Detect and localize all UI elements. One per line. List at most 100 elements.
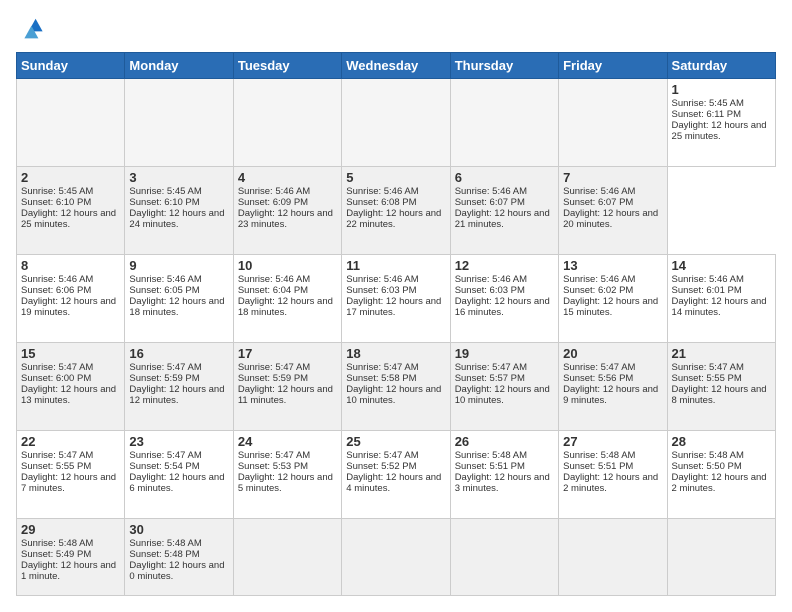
day-number: 13	[563, 258, 662, 273]
daylight-text: Daylight: 12 hours and 24 minutes.	[129, 208, 228, 230]
sunrise-text: Sunrise: 5:47 AM	[346, 450, 445, 461]
sunset-text: Sunset: 6:10 PM	[129, 197, 228, 208]
table-cell: 19Sunrise: 5:47 AMSunset: 5:57 PMDayligh…	[450, 343, 558, 431]
sunrise-text: Sunrise: 5:48 AM	[129, 538, 228, 549]
table-cell: 24Sunrise: 5:47 AMSunset: 5:53 PMDayligh…	[233, 431, 341, 519]
table-cell: 28Sunrise: 5:48 AMSunset: 5:50 PMDayligh…	[667, 431, 775, 519]
table-cell: 11Sunrise: 5:46 AMSunset: 6:03 PMDayligh…	[342, 255, 450, 343]
sunset-text: Sunset: 5:48 PM	[129, 549, 228, 560]
day-number: 17	[238, 346, 337, 361]
day-number: 25	[346, 434, 445, 449]
sunrise-text: Sunrise: 5:48 AM	[672, 450, 771, 461]
sunset-text: Sunset: 5:50 PM	[672, 461, 771, 472]
day-number: 4	[238, 170, 337, 185]
day-number: 15	[21, 346, 120, 361]
table-cell: 4Sunrise: 5:46 AMSunset: 6:09 PMDaylight…	[233, 167, 341, 255]
table-cell	[233, 519, 341, 596]
table-cell: 14Sunrise: 5:46 AMSunset: 6:01 PMDayligh…	[667, 255, 775, 343]
table-cell: 15Sunrise: 5:47 AMSunset: 6:00 PMDayligh…	[17, 343, 125, 431]
table-cell: 10Sunrise: 5:46 AMSunset: 6:04 PMDayligh…	[233, 255, 341, 343]
sunrise-text: Sunrise: 5:46 AM	[346, 274, 445, 285]
table-cell: 30Sunrise: 5:48 AMSunset: 5:48 PMDayligh…	[125, 519, 233, 596]
table-cell	[667, 519, 775, 596]
sunset-text: Sunset: 5:55 PM	[672, 373, 771, 384]
sunrise-text: Sunrise: 5:47 AM	[563, 362, 662, 373]
sunrise-text: Sunrise: 5:46 AM	[129, 274, 228, 285]
day-number: 7	[563, 170, 662, 185]
sunset-text: Sunset: 5:59 PM	[238, 373, 337, 384]
logo	[16, 16, 48, 44]
sunset-text: Sunset: 6:10 PM	[21, 197, 120, 208]
sunrise-text: Sunrise: 5:46 AM	[563, 274, 662, 285]
table-cell: 6Sunrise: 5:46 AMSunset: 6:07 PMDaylight…	[450, 167, 558, 255]
table-cell: 17Sunrise: 5:47 AMSunset: 5:59 PMDayligh…	[233, 343, 341, 431]
daylight-text: Daylight: 12 hours and 9 minutes.	[563, 384, 662, 406]
day-number: 18	[346, 346, 445, 361]
day-number: 12	[455, 258, 554, 273]
table-cell	[450, 519, 558, 596]
daylight-text: Daylight: 12 hours and 18 minutes.	[238, 296, 337, 318]
sunset-text: Sunset: 6:02 PM	[563, 285, 662, 296]
sunrise-text: Sunrise: 5:46 AM	[672, 274, 771, 285]
sunrise-text: Sunrise: 5:45 AM	[129, 186, 228, 197]
day-header: Thursday	[450, 53, 558, 79]
daylight-text: Daylight: 12 hours and 13 minutes.	[21, 384, 120, 406]
daylight-text: Daylight: 12 hours and 2 minutes.	[672, 472, 771, 494]
table-cell: 18Sunrise: 5:47 AMSunset: 5:58 PMDayligh…	[342, 343, 450, 431]
table-cell: 22Sunrise: 5:47 AMSunset: 5:55 PMDayligh…	[17, 431, 125, 519]
sunrise-text: Sunrise: 5:46 AM	[455, 186, 554, 197]
day-number: 21	[672, 346, 771, 361]
daylight-text: Daylight: 12 hours and 18 minutes.	[129, 296, 228, 318]
sunset-text: Sunset: 6:06 PM	[21, 285, 120, 296]
daylight-text: Daylight: 12 hours and 5 minutes.	[238, 472, 337, 494]
sunrise-text: Sunrise: 5:46 AM	[238, 274, 337, 285]
day-number: 29	[21, 522, 120, 537]
daylight-text: Daylight: 12 hours and 22 minutes.	[346, 208, 445, 230]
day-header: Monday	[125, 53, 233, 79]
table-cell: 3Sunrise: 5:45 AMSunset: 6:10 PMDaylight…	[125, 167, 233, 255]
sunrise-text: Sunrise: 5:48 AM	[455, 450, 554, 461]
daylight-text: Daylight: 12 hours and 2 minutes.	[563, 472, 662, 494]
sunset-text: Sunset: 6:08 PM	[346, 197, 445, 208]
day-number: 30	[129, 522, 228, 537]
sunset-text: Sunset: 6:07 PM	[563, 197, 662, 208]
sunset-text: Sunset: 5:53 PM	[238, 461, 337, 472]
sunset-text: Sunset: 5:56 PM	[563, 373, 662, 384]
daylight-text: Daylight: 12 hours and 14 minutes.	[672, 296, 771, 318]
daylight-text: Daylight: 12 hours and 7 minutes.	[21, 472, 120, 494]
sunset-text: Sunset: 6:04 PM	[238, 285, 337, 296]
day-number: 20	[563, 346, 662, 361]
daylight-text: Daylight: 12 hours and 23 minutes.	[238, 208, 337, 230]
day-number: 10	[238, 258, 337, 273]
day-number: 24	[238, 434, 337, 449]
table-cell: 5Sunrise: 5:46 AMSunset: 6:08 PMDaylight…	[342, 167, 450, 255]
sunrise-text: Sunrise: 5:47 AM	[21, 362, 120, 373]
sunset-text: Sunset: 5:55 PM	[21, 461, 120, 472]
daylight-text: Daylight: 12 hours and 3 minutes.	[455, 472, 554, 494]
day-number: 5	[346, 170, 445, 185]
day-number: 6	[455, 170, 554, 185]
sunset-text: Sunset: 6:00 PM	[21, 373, 120, 384]
sunrise-text: Sunrise: 5:45 AM	[21, 186, 120, 197]
table-cell: 23Sunrise: 5:47 AMSunset: 5:54 PMDayligh…	[125, 431, 233, 519]
table-cell: 2Sunrise: 5:45 AMSunset: 6:10 PMDaylight…	[17, 167, 125, 255]
day-number: 26	[455, 434, 554, 449]
daylight-text: Daylight: 12 hours and 25 minutes.	[21, 208, 120, 230]
sunset-text: Sunset: 5:58 PM	[346, 373, 445, 384]
day-number: 8	[21, 258, 120, 273]
sunrise-text: Sunrise: 5:46 AM	[455, 274, 554, 285]
day-number: 22	[21, 434, 120, 449]
day-number: 16	[129, 346, 228, 361]
table-cell: 16Sunrise: 5:47 AMSunset: 5:59 PMDayligh…	[125, 343, 233, 431]
sunrise-text: Sunrise: 5:46 AM	[346, 186, 445, 197]
table-cell: 9Sunrise: 5:46 AMSunset: 6:05 PMDaylight…	[125, 255, 233, 343]
sunset-text: Sunset: 6:03 PM	[455, 285, 554, 296]
sunset-text: Sunset: 6:01 PM	[672, 285, 771, 296]
table-cell: 26Sunrise: 5:48 AMSunset: 5:51 PMDayligh…	[450, 431, 558, 519]
day-number: 14	[672, 258, 771, 273]
table-cell: 12Sunrise: 5:46 AMSunset: 6:03 PMDayligh…	[450, 255, 558, 343]
logo-icon	[16, 16, 44, 44]
table-cell	[233, 79, 341, 167]
table-cell: 1Sunrise: 5:45 AMSunset: 6:11 PMDaylight…	[667, 79, 775, 167]
sunset-text: Sunset: 5:49 PM	[21, 549, 120, 560]
